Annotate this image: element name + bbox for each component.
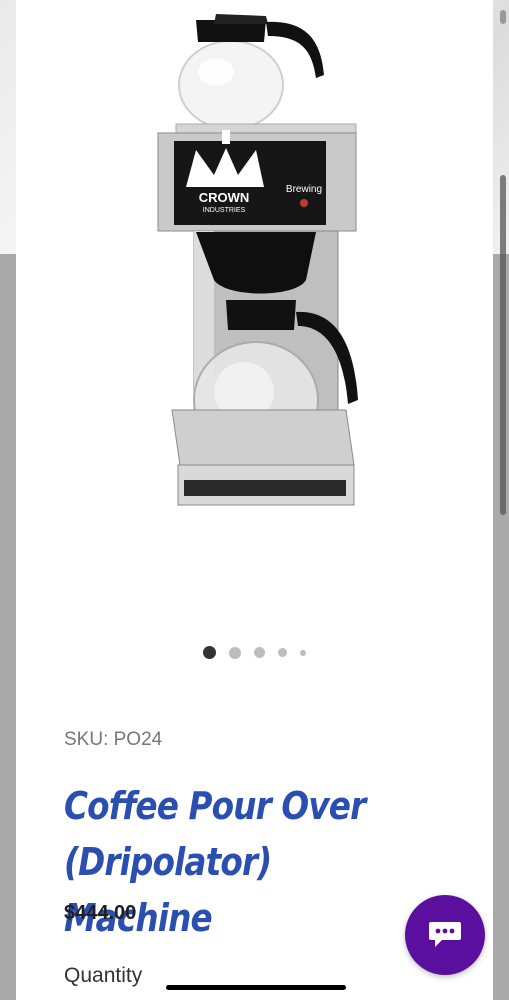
product-sku: SKU: PO24 bbox=[64, 729, 163, 750]
product-price: $444.00 bbox=[64, 902, 137, 924]
carousel-dot-4[interactable] bbox=[278, 648, 287, 657]
scrollbar-top-thumb[interactable] bbox=[500, 10, 506, 24]
product-title-line-1: Coffee Pour Over bbox=[64, 784, 366, 828]
carousel-dot-1[interactable] bbox=[203, 646, 216, 659]
scrollbar[interactable] bbox=[500, 0, 506, 1000]
carousel-dot-5[interactable] bbox=[300, 649, 306, 656]
carousel-dot-3[interactable] bbox=[254, 647, 265, 658]
product-card: CROWN INDUSTRIES Brewing SKU: PO24 Coffe… bbox=[16, 0, 493, 1000]
brand-logo-text: CROWN bbox=[199, 190, 250, 205]
chat-bubble-icon bbox=[429, 922, 461, 947]
brand-logo-subtext: INDUSTRIES bbox=[203, 207, 246, 214]
product-image[interactable]: CROWN INDUSTRIES Brewing bbox=[156, 0, 376, 530]
quantity-label: Quantity bbox=[64, 964, 143, 987]
chat-button[interactable] bbox=[405, 895, 485, 975]
carousel-dot-2[interactable] bbox=[229, 646, 241, 659]
home-indicator bbox=[166, 985, 346, 990]
brewing-label: Brewing bbox=[286, 184, 322, 195]
image-carousel-dots bbox=[16, 646, 493, 659]
product-title-line-2: (Dripolator) Machine bbox=[64, 840, 272, 940]
scrollbar-thumb[interactable] bbox=[500, 175, 506, 515]
